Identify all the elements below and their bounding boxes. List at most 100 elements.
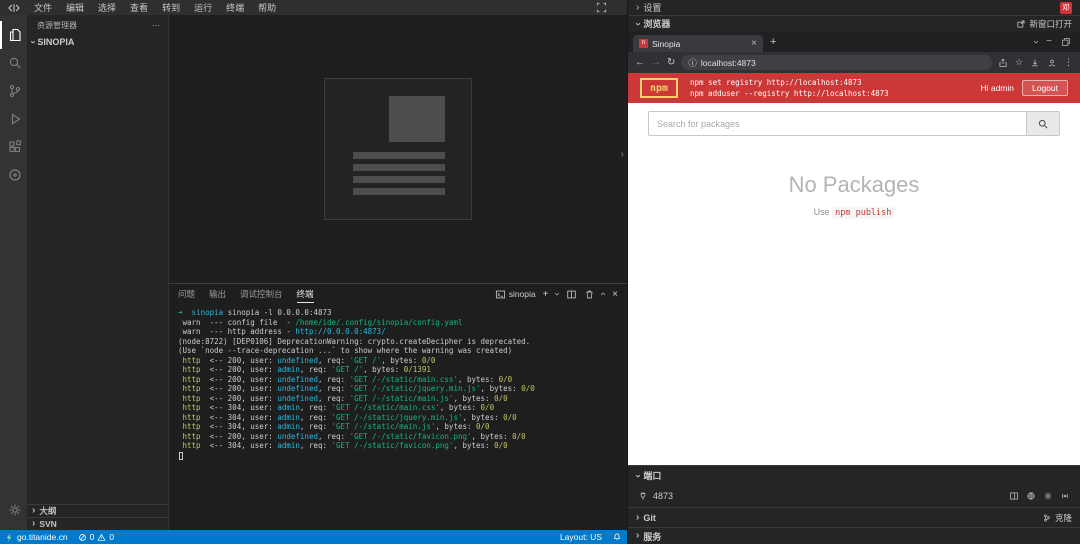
terminal-picker[interactable]: sinopia <box>495 289 536 300</box>
customize-layout-icon[interactable] <box>596 2 607 13</box>
address-bar[interactable]: ⓘ localhost:4873 <box>681 55 992 70</box>
maximize-panel-icon[interactable]: › <box>598 292 608 295</box>
reload-button[interactable]: ↻ <box>667 57 675 68</box>
git-clone-label: 克隆 <box>1055 512 1072 524</box>
menu-选择[interactable]: 选择 <box>91 1 123 14</box>
terminal-line: http <-- 200, user: undefined, req: 'GET… <box>178 375 627 385</box>
extensions-icon[interactable] <box>0 133 27 161</box>
section-svn[interactable]: › SVN <box>27 517 168 530</box>
url-text: localhost:4873 <box>701 58 756 68</box>
terminal-name: sinopia <box>509 289 536 299</box>
package-search-input[interactable] <box>648 111 1026 136</box>
search-icon[interactable] <box>0 49 27 77</box>
menu-帮助[interactable]: 帮助 <box>251 1 283 14</box>
panel-tab-调试控制台[interactable]: 调试控制台 <box>240 285 283 303</box>
tab-close-icon[interactable]: × <box>751 38 757 49</box>
watermark-text-bar <box>353 152 445 159</box>
menu-终端[interactable]: 终端 <box>219 1 251 14</box>
browser-menu-icon[interactable]: ⋮ <box>1064 57 1073 68</box>
profile-icon[interactable] <box>1047 58 1057 68</box>
chevron-right-icon: › <box>636 513 639 523</box>
problems-indicator[interactable]: 0 0 <box>73 530 119 544</box>
terminal-line: http <-- 200, user: undefined, req: 'GET… <box>178 384 627 394</box>
settings-gear-icon[interactable] <box>0 496 27 524</box>
folder-sinopia[interactable]: › SINOPIA <box>27 35 168 49</box>
settings-label: 设置 <box>643 1 661 14</box>
layout-label: Layout: US <box>560 532 602 542</box>
share-icon[interactable] <box>998 58 1008 68</box>
section-settings[interactable]: › 设置 邓 <box>628 0 1080 15</box>
search-button[interactable] <box>1026 111 1060 136</box>
terminal-dropdown-icon[interactable]: › <box>552 292 562 295</box>
open-preview-icon[interactable] <box>1009 491 1019 501</box>
watermark-text-bar <box>353 164 445 171</box>
remote-indicator[interactable]: go.titanide.cn <box>0 530 73 544</box>
minimize-browser-icon[interactable]: − <box>1046 36 1052 47</box>
keyboard-layout-indicator[interactable]: Layout: US <box>555 532 607 542</box>
browser-toolbar: ← → ↻ ⓘ localhost:4873 ☆ <box>628 52 1080 73</box>
terminal-line: warn --- http address - http://0.0.0.0:4… <box>178 327 627 337</box>
greeting-text: Hi admin <box>980 83 1014 93</box>
section-outline[interactable]: › 大纲 <box>27 504 168 517</box>
editor-watermark <box>324 78 472 220</box>
panel-tab-问题[interactable]: 问题 <box>178 285 195 303</box>
terminal-line: ➜ sinopia sinopia -l 0.0.0.0:4873 <box>178 308 627 318</box>
popout-browser-icon[interactable] <box>1061 37 1071 47</box>
forward-button[interactable]: → <box>651 57 661 68</box>
menu-查看[interactable]: 查看 <box>123 1 155 14</box>
menu-运行[interactable]: 运行 <box>187 1 219 14</box>
split-terminal-icon[interactable] <box>566 289 577 300</box>
git-section-label: Git <box>643 513 656 523</box>
port-row-4873[interactable]: 4873 <box>628 485 1080 507</box>
menu-文件[interactable]: 文件 <box>27 1 59 14</box>
open-in-browser-globe-icon[interactable] <box>1026 491 1036 501</box>
sinopia-page: npm npm set registry http://localhost:48… <box>628 73 1080 465</box>
run-debug-icon[interactable] <box>0 105 27 133</box>
new-tab-button[interactable]: + <box>763 36 783 48</box>
close-panel-icon[interactable]: × <box>612 289 618 300</box>
expand-panel-chevron-icon[interactable]: › <box>621 149 624 160</box>
services-section-label: 服务 <box>643 530 661 543</box>
watermark-text-bar <box>353 176 445 183</box>
panel-tab-终端[interactable]: 终端 <box>297 285 314 303</box>
terminal-line: (Use `node --trace-deprecation ...` to s… <box>178 346 627 356</box>
downloads-icon[interactable] <box>1030 58 1040 68</box>
open-new-window-button[interactable]: 新窗口打开 <box>1016 18 1072 30</box>
back-button[interactable]: ← <box>635 57 645 68</box>
panel-tab-输出[interactable]: 输出 <box>209 285 226 303</box>
remote-explorer-icon[interactable] <box>0 161 27 189</box>
tab-list-chevron-icon[interactable]: › <box>1030 40 1040 43</box>
broadcast-icon[interactable] <box>1060 491 1070 501</box>
terminal-line: http <-- 200, user: undefined, req: 'GET… <box>178 356 627 366</box>
chevron-right-icon: › <box>32 519 35 529</box>
bookmark-star-icon[interactable]: ☆ <box>1015 57 1023 68</box>
watermark-text-bar <box>353 188 445 195</box>
section-ports[interactable]: › 端口 <box>628 465 1080 485</box>
site-info-icon[interactable]: ⓘ <box>688 57 697 69</box>
browser-tab-sinopia[interactable]: n Sinopia × <box>633 35 763 52</box>
panel-tab-list: 问题输出调试控制台终端 <box>178 285 314 303</box>
git-clone-button[interactable]: 克隆 <box>1042 512 1072 524</box>
new-terminal-icon[interactable]: + <box>543 289 549 300</box>
port-settings-gear-icon[interactable] <box>1043 491 1053 501</box>
source-control-icon[interactable] <box>0 77 27 105</box>
chevron-down-icon: › <box>28 40 38 43</box>
chevron-down-icon: › <box>633 22 643 25</box>
section-browser[interactable]: › 浏览器 新窗口打开 <box>628 15 1080 31</box>
ide-window: 文件编辑选择查看转到运行终端帮助 <box>0 0 1080 544</box>
menu-bar: 文件编辑选择查看转到运行终端帮助 <box>27 1 283 14</box>
explorer-sidebar: 资源管理器 ⋯ › SINOPIA › 大纲 › SVN <box>27 15 168 530</box>
menu-转到[interactable]: 转到 <box>155 1 187 14</box>
npm-instructions: npm set registry http://localhost:4873 n… <box>690 77 889 99</box>
terminal-output[interactable]: ➜ sinopia sinopia -l 0.0.0.0:4873 warn -… <box>169 304 627 460</box>
section-services[interactable]: › 服务 <box>628 527 1080 544</box>
section-git[interactable]: › Git 克隆 <box>628 507 1080 527</box>
explorer-icon[interactable] <box>0 21 27 49</box>
logout-button[interactable]: Logout <box>1022 80 1068 96</box>
kill-terminal-icon[interactable] <box>584 289 595 300</box>
notifications-bell-icon[interactable] <box>607 532 627 542</box>
menu-编辑[interactable]: 编辑 <box>59 1 91 14</box>
terminal-line: http <-- 200, user: admin, req: 'GET /',… <box>178 365 627 375</box>
user-avatar[interactable]: 邓 <box>1060 2 1072 14</box>
explorer-more-actions-icon[interactable]: ⋯ <box>152 21 160 30</box>
